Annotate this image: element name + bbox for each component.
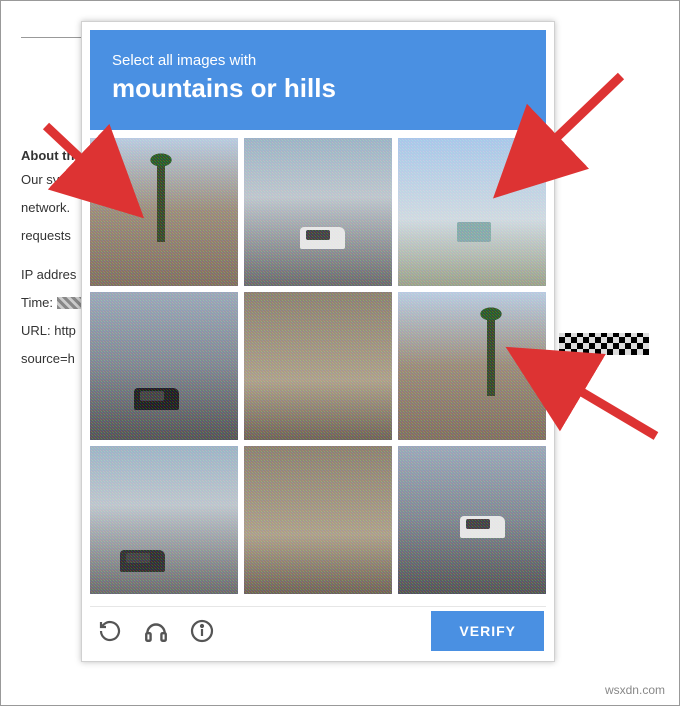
captcha-tile-9[interactable] [398,446,546,594]
captcha-header: Select all images with mountains or hill… [90,30,546,130]
verify-button[interactable]: VERIFY [431,611,544,651]
captcha-tile-3[interactable] [398,138,546,286]
captcha-tile-1[interactable] [90,138,238,286]
captcha-tile-2[interactable] [244,138,392,286]
url-label: URL: http [21,323,76,338]
captcha-tile-4[interactable] [90,292,238,440]
captcha-tile-8[interactable] [244,446,392,594]
captcha-image-grid [90,138,546,594]
audio-icon[interactable] [142,617,170,645]
captcha-tile-7[interactable] [90,446,238,594]
captcha-instruction-line2: mountains or hills [112,73,524,104]
captcha-tile-6[interactable] [398,292,546,440]
watermark: wsxdn.com [605,683,665,697]
info-icon[interactable] [188,617,216,645]
ip-label: IP addres [21,267,76,282]
captcha-tile-5[interactable] [244,292,392,440]
reload-icon[interactable] [96,617,124,645]
time-label: Time: [21,295,53,310]
captcha-footer: VERIFY [90,606,546,653]
source-label: source=h [21,351,75,366]
captcha-instruction-line1: Select all images with [112,52,524,69]
captcha-modal: Select all images with mountains or hill… [81,21,555,662]
pixelated-region [559,333,649,355]
